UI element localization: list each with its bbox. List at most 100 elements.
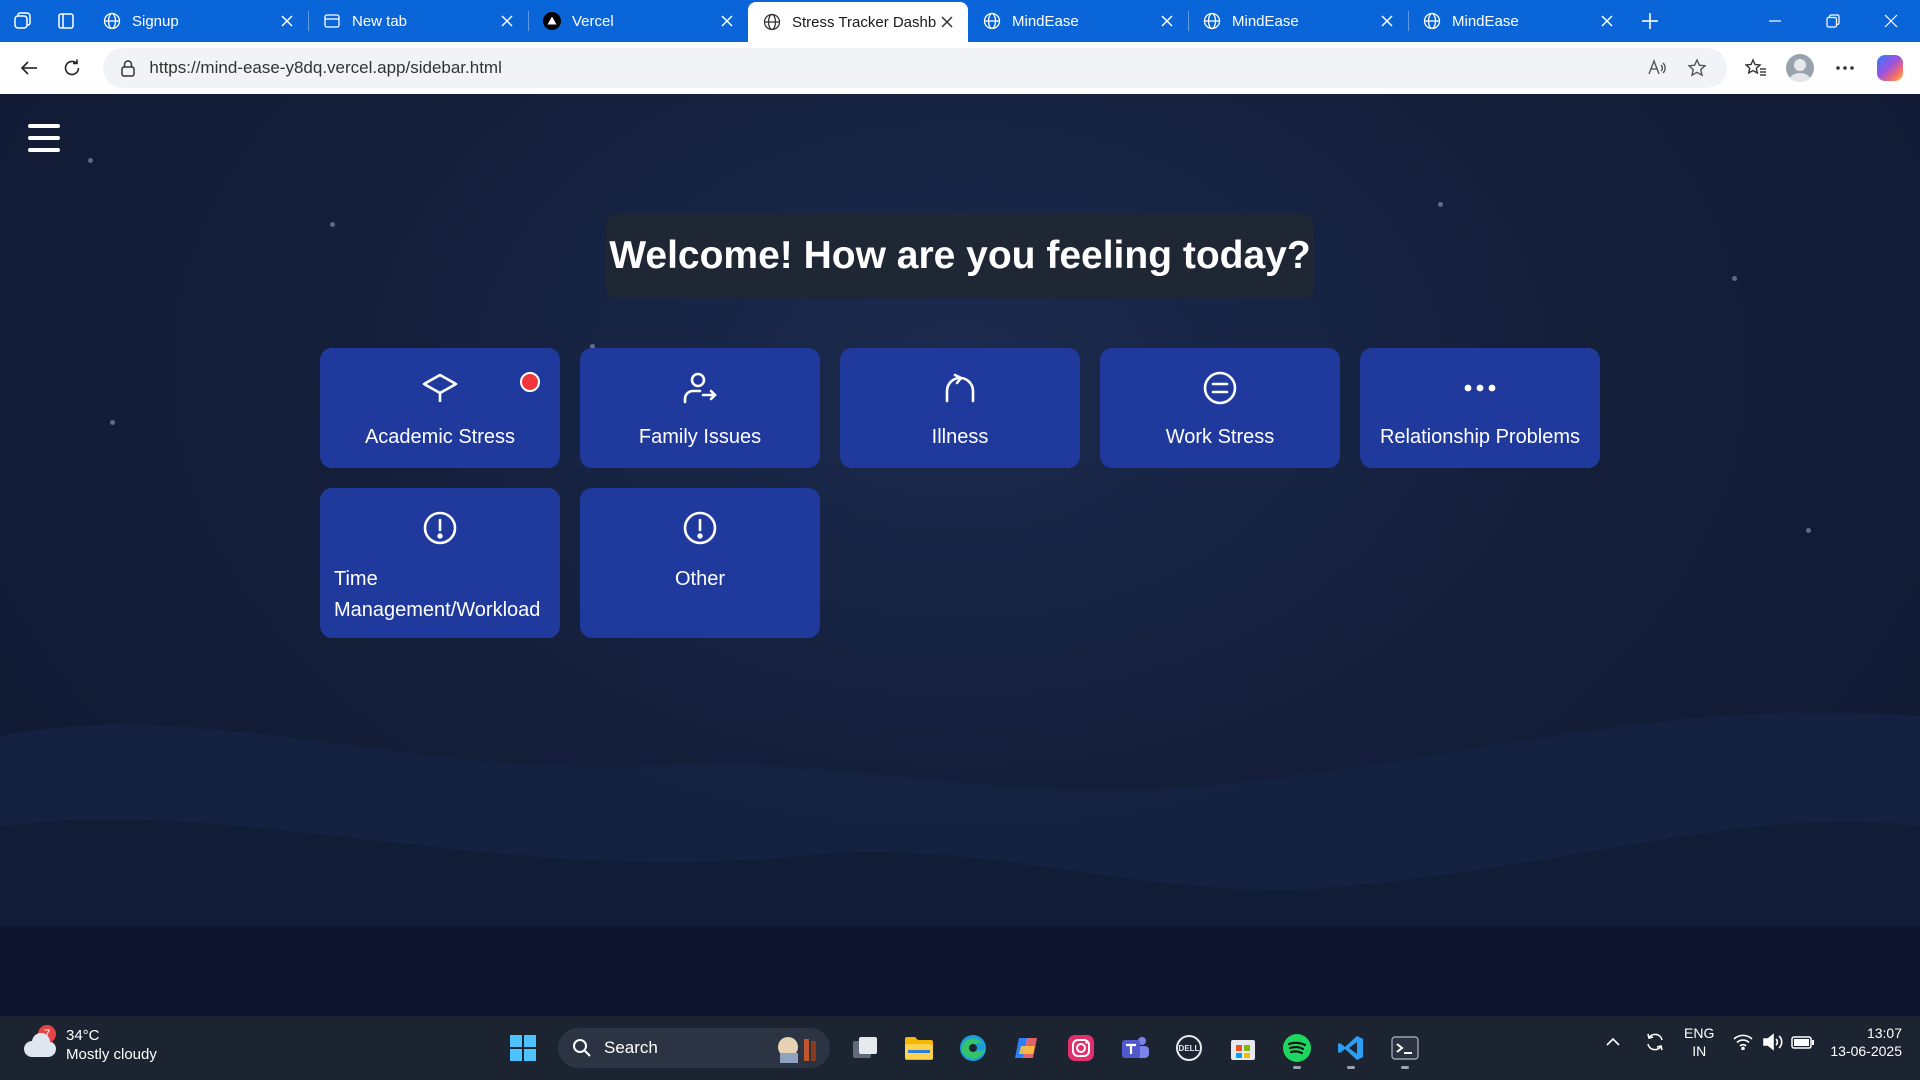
more-menu-icon[interactable] xyxy=(1823,48,1868,88)
minimize-icon xyxy=(1769,20,1781,22)
address-bar[interactable]: https://mind-ease-y8dq.vercel.app/sideba… xyxy=(103,48,1728,88)
globe-icon xyxy=(1422,11,1442,31)
teams-icon[interactable] xyxy=(1108,1026,1162,1070)
tab-mindease-1[interactable]: MindEase xyxy=(968,0,1188,42)
favorites-icon[interactable] xyxy=(1733,48,1778,88)
cloud-icon: 7 xyxy=(22,1025,56,1057)
start-button[interactable] xyxy=(496,1026,550,1070)
star xyxy=(330,222,335,227)
vscode-icon[interactable] xyxy=(1324,1026,1378,1070)
windows-icon xyxy=(510,1035,536,1061)
star xyxy=(1806,528,1811,533)
task-view-icon[interactable] xyxy=(838,1026,892,1070)
file-explorer-icon[interactable] xyxy=(892,1026,946,1070)
tab-title: New tab xyxy=(352,12,408,30)
close-window-button[interactable] xyxy=(1862,0,1920,42)
category-time-management[interactable]: Time Management/Workload xyxy=(320,488,560,638)
category-label: Family Issues xyxy=(638,426,762,448)
clock-date: 13-06-2025 xyxy=(1830,1043,1902,1059)
minimize-button[interactable] xyxy=(1746,0,1804,42)
close-icon[interactable] xyxy=(936,11,958,33)
tab-title: MindEase xyxy=(1452,12,1519,30)
category-label: Other xyxy=(674,568,726,590)
close-icon[interactable] xyxy=(1596,10,1618,32)
close-icon xyxy=(1884,14,1898,28)
alert-icon xyxy=(681,508,719,548)
close-icon[interactable] xyxy=(496,10,518,32)
page-viewport: Welcome! How are you feeling today? Acad… xyxy=(0,94,1920,1016)
back-arrow-icon xyxy=(21,61,38,75)
spotify-icon[interactable] xyxy=(1270,1026,1324,1070)
refresh-button[interactable] xyxy=(51,48,94,88)
hamburger-icon xyxy=(28,124,60,128)
category-label-line1: Time xyxy=(334,568,378,590)
site-info-icon[interactable] xyxy=(117,57,139,79)
close-icon[interactable] xyxy=(1376,10,1398,32)
newtab-icon xyxy=(322,11,342,31)
tab-mindease-2[interactable]: MindEase xyxy=(1188,0,1408,42)
tab-vercel[interactable]: Vercel xyxy=(528,0,748,42)
mountain-background xyxy=(0,712,1920,1016)
language-line2: IN xyxy=(1692,1043,1707,1059)
copilot-app-icon[interactable] xyxy=(1000,1026,1054,1070)
instagram-icon[interactable] xyxy=(1054,1026,1108,1070)
read-aloud-icon[interactable] xyxy=(1637,50,1677,86)
back-button[interactable] xyxy=(8,48,51,88)
star xyxy=(110,420,115,425)
browser-tab-bar: Signup New tab Vercel Stress Tracker Das… xyxy=(0,0,1920,42)
favorite-star-icon[interactable] xyxy=(1677,50,1717,86)
tab-signup[interactable]: Signup xyxy=(88,0,308,42)
sync-icon[interactable] xyxy=(1640,1027,1670,1057)
close-icon[interactable] xyxy=(276,10,298,32)
sidebar-menu-button[interactable] xyxy=(28,124,62,152)
tab-actions-icon[interactable] xyxy=(44,0,88,42)
tab-title: Vercel xyxy=(572,12,614,30)
chevron-up-icon[interactable] xyxy=(1598,1027,1628,1057)
new-tab-button[interactable] xyxy=(1628,0,1672,42)
tab-stress-tracker[interactable]: Stress Tracker Dashbo xyxy=(748,2,968,42)
svg-text:DELL: DELL xyxy=(1179,1044,1200,1053)
tab-title: MindEase xyxy=(1012,12,1079,30)
clock[interactable]: 13:07 13-06-2025 xyxy=(1830,1024,1902,1060)
terminal-icon[interactable] xyxy=(1378,1026,1432,1070)
tab-new-tab[interactable]: New tab xyxy=(308,0,528,42)
tab-title: MindEase xyxy=(1232,12,1299,30)
dell-icon[interactable]: DELL xyxy=(1162,1026,1216,1070)
search-label: Search xyxy=(604,1038,658,1057)
battery-icon[interactable] xyxy=(1788,1027,1818,1057)
plus-icon xyxy=(1642,13,1658,29)
restore-icon xyxy=(1826,14,1840,28)
notification-dot xyxy=(520,372,540,392)
edge-browser-icon[interactable] xyxy=(946,1026,1000,1070)
category-other[interactable]: Other xyxy=(580,488,820,638)
wifi-icon[interactable] xyxy=(1728,1027,1758,1057)
tab-mindease-3[interactable]: MindEase xyxy=(1408,0,1628,42)
copilot-icon[interactable] xyxy=(1867,48,1912,88)
search-icon xyxy=(573,1039,591,1057)
language-indicator[interactable]: ENG IN xyxy=(1684,1024,1714,1060)
system-tray: ENG IN 13:07 13-06-2025 xyxy=(1598,1024,1902,1060)
microsoft-store-icon[interactable] xyxy=(1216,1026,1270,1070)
star xyxy=(1732,276,1737,281)
category-illness[interactable]: Illness xyxy=(840,348,1080,468)
weather-temp: 34°C xyxy=(66,1027,100,1044)
close-icon[interactable] xyxy=(716,10,738,32)
category-work-stress[interactable]: Work Stress xyxy=(1100,348,1340,468)
category-family-issues[interactable]: Family Issues xyxy=(580,348,820,468)
category-label-line2: Management/Workload xyxy=(334,599,541,621)
star xyxy=(88,158,93,163)
vercel-icon xyxy=(542,11,562,31)
close-icon[interactable] xyxy=(1156,10,1178,32)
volume-icon[interactable] xyxy=(1758,1027,1788,1057)
profile-button[interactable] xyxy=(1778,48,1823,88)
restore-button[interactable] xyxy=(1804,0,1862,42)
weather-widget[interactable]: 7 34°C Mostly cloudy xyxy=(22,1025,157,1064)
url-text: https://mind-ease-y8dq.vercel.app/sideba… xyxy=(149,58,502,77)
globe-icon xyxy=(102,11,122,31)
briefcase-icon xyxy=(1201,368,1239,408)
category-relationship-problems[interactable]: Relationship Problems xyxy=(1360,348,1600,468)
category-academic-stress[interactable]: Academic Stress xyxy=(320,348,560,468)
workspaces-icon[interactable] xyxy=(0,0,44,42)
taskbar-search[interactable]: Search xyxy=(558,1028,830,1068)
star xyxy=(1438,202,1443,207)
